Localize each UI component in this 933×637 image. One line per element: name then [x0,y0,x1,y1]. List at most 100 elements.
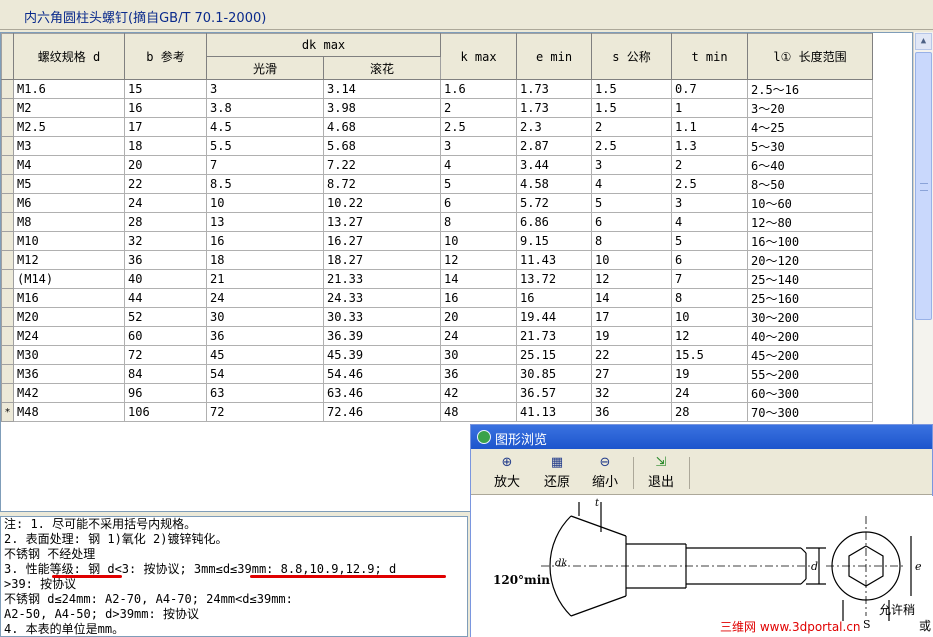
cell-b[interactable]: 24 [124,193,207,213]
cell-d[interactable]: M48 [13,402,125,422]
cell-dk2[interactable]: 24.33 [323,288,441,308]
cell-l[interactable]: 45～200 [747,345,873,365]
cell-dk2[interactable]: 45.39 [323,345,441,365]
zoom-in-button[interactable]: ⊕ 放大 [487,455,527,491]
cell-s[interactable]: 5 [591,193,672,213]
cell-dk2[interactable]: 21.33 [323,269,441,289]
cell-dk2[interactable]: 10.22 [323,193,441,213]
cell-l[interactable]: 10～60 [747,193,873,213]
cell-t[interactable]: 3 [671,193,748,213]
cell-e[interactable]: 3.44 [516,155,592,175]
row-indicator[interactable] [1,174,14,194]
cell-dk1[interactable]: 5.5 [206,136,324,156]
cell-e[interactable]: 2.87 [516,136,592,156]
row-indicator[interactable] [1,383,14,403]
table-row[interactable]: (M14) 40 21 21.33 14 13.72 12 7 25～140 [1,269,873,289]
col-header-spec[interactable]: 螺纹规格 d [13,33,125,80]
col-header-t[interactable]: t min [671,33,748,80]
table-row[interactable]: M42 96 63 63.46 42 36.57 32 24 60～300 [1,383,873,403]
cell-t[interactable]: 28 [671,402,748,422]
table-row[interactable]: M8 28 13 13.27 8 6.86 6 4 12～80 [1,212,873,232]
cell-dk1[interactable]: 16 [206,231,324,251]
cell-l[interactable]: 40～200 [747,326,873,346]
cell-e[interactable]: 11.43 [516,250,592,270]
table-row[interactable]: M30 72 45 45.39 30 25.15 22 15.5 45～200 [1,345,873,365]
cell-t[interactable]: 4 [671,212,748,232]
cell-k[interactable]: 12 [440,250,517,270]
cell-dk2[interactable]: 8.72 [323,174,441,194]
cell-d[interactable]: M24 [13,326,125,346]
cell-s[interactable]: 1.5 [591,98,672,118]
table-row[interactable]: M3 18 5.5 5.68 3 2.87 2.5 1.3 5～30 [1,136,873,156]
table-row[interactable]: M2.5 17 4.5 4.68 2.5 2.3 2 1.1 4～25 [1,117,873,137]
cell-s[interactable]: 1.5 [591,79,672,99]
cell-t[interactable]: 10 [671,307,748,327]
cell-d[interactable]: M10 [13,231,125,251]
cell-dk1[interactable]: 3 [206,79,324,99]
cell-d[interactable]: M2 [13,98,125,118]
restore-button[interactable]: ▦ 还原 [537,455,577,491]
col-header-e[interactable]: e min [516,33,592,80]
col-header-k[interactable]: k max [440,33,517,80]
cell-t[interactable]: 2.5 [671,174,748,194]
cell-t[interactable]: 1.1 [671,117,748,137]
cell-b[interactable]: 40 [124,269,207,289]
cell-e[interactable]: 9.15 [516,231,592,251]
cell-l[interactable]: 55～200 [747,364,873,384]
cell-k[interactable]: 5 [440,174,517,194]
col-header-b[interactable]: b 参考 [124,33,207,80]
cell-t[interactable]: 6 [671,250,748,270]
cell-d[interactable]: M2.5 [13,117,125,137]
cell-k[interactable]: 42 [440,383,517,403]
cell-dk1[interactable]: 36 [206,326,324,346]
cell-e[interactable]: 36.57 [516,383,592,403]
cell-k[interactable]: 1.6 [440,79,517,99]
cell-d[interactable]: M30 [13,345,125,365]
cell-d[interactable]: M8 [13,212,125,232]
cell-t[interactable]: 12 [671,326,748,346]
cell-d[interactable]: M16 [13,288,125,308]
cell-e[interactable]: 2.3 [516,117,592,137]
cell-l[interactable]: 16～100 [747,231,873,251]
cell-dk1[interactable]: 13 [206,212,324,232]
cell-dk2[interactable]: 13.27 [323,212,441,232]
cell-d[interactable]: (M14) [13,269,125,289]
cell-k[interactable]: 6 [440,193,517,213]
row-indicator[interactable] [1,231,14,251]
table-row[interactable]: M6 24 10 10.22 6 5.72 5 3 10～60 [1,193,873,213]
row-indicator[interactable] [1,136,14,156]
cell-e[interactable]: 4.58 [516,174,592,194]
cell-s[interactable]: 3 [591,155,672,175]
cell-b[interactable]: 28 [124,212,207,232]
cell-s[interactable]: 6 [591,212,672,232]
cell-dk1[interactable]: 45 [206,345,324,365]
cell-s[interactable]: 19 [591,326,672,346]
cell-dk1[interactable]: 8.5 [206,174,324,194]
col-header-s[interactable]: s 公称 [591,33,672,80]
cell-t[interactable]: 1 [671,98,748,118]
cell-l[interactable]: 6～40 [747,155,873,175]
cell-e[interactable]: 1.73 [516,98,592,118]
cell-k[interactable]: 2.5 [440,117,517,137]
table-row[interactable]: M16 44 24 24.33 16 16 14 8 25～160 [1,288,873,308]
cell-l[interactable]: 25～140 [747,269,873,289]
cell-l[interactable]: 2.5～16 [747,79,873,99]
cell-k[interactable]: 4 [440,155,517,175]
cell-dk2[interactable]: 4.68 [323,117,441,137]
cell-dk1[interactable]: 10 [206,193,324,213]
cell-k[interactable]: 10 [440,231,517,251]
cell-dk1[interactable]: 4.5 [206,117,324,137]
table-row[interactable]: M2 16 3.8 3.98 2 1.73 1.5 1 3～20 [1,98,873,118]
cell-b[interactable]: 106 [124,402,207,422]
cell-b[interactable]: 72 [124,345,207,365]
cell-b[interactable]: 44 [124,288,207,308]
cell-e[interactable]: 6.86 [516,212,592,232]
row-indicator[interactable] [1,117,14,137]
table-row[interactable]: M12 36 18 18.27 12 11.43 10 6 20～120 [1,250,873,270]
col-header-dk[interactable]: dk max [206,33,441,57]
cell-b[interactable]: 22 [124,174,207,194]
cell-s[interactable]: 2.5 [591,136,672,156]
cell-k[interactable]: 8 [440,212,517,232]
cell-b[interactable]: 52 [124,307,207,327]
cell-t[interactable]: 0.7 [671,79,748,99]
